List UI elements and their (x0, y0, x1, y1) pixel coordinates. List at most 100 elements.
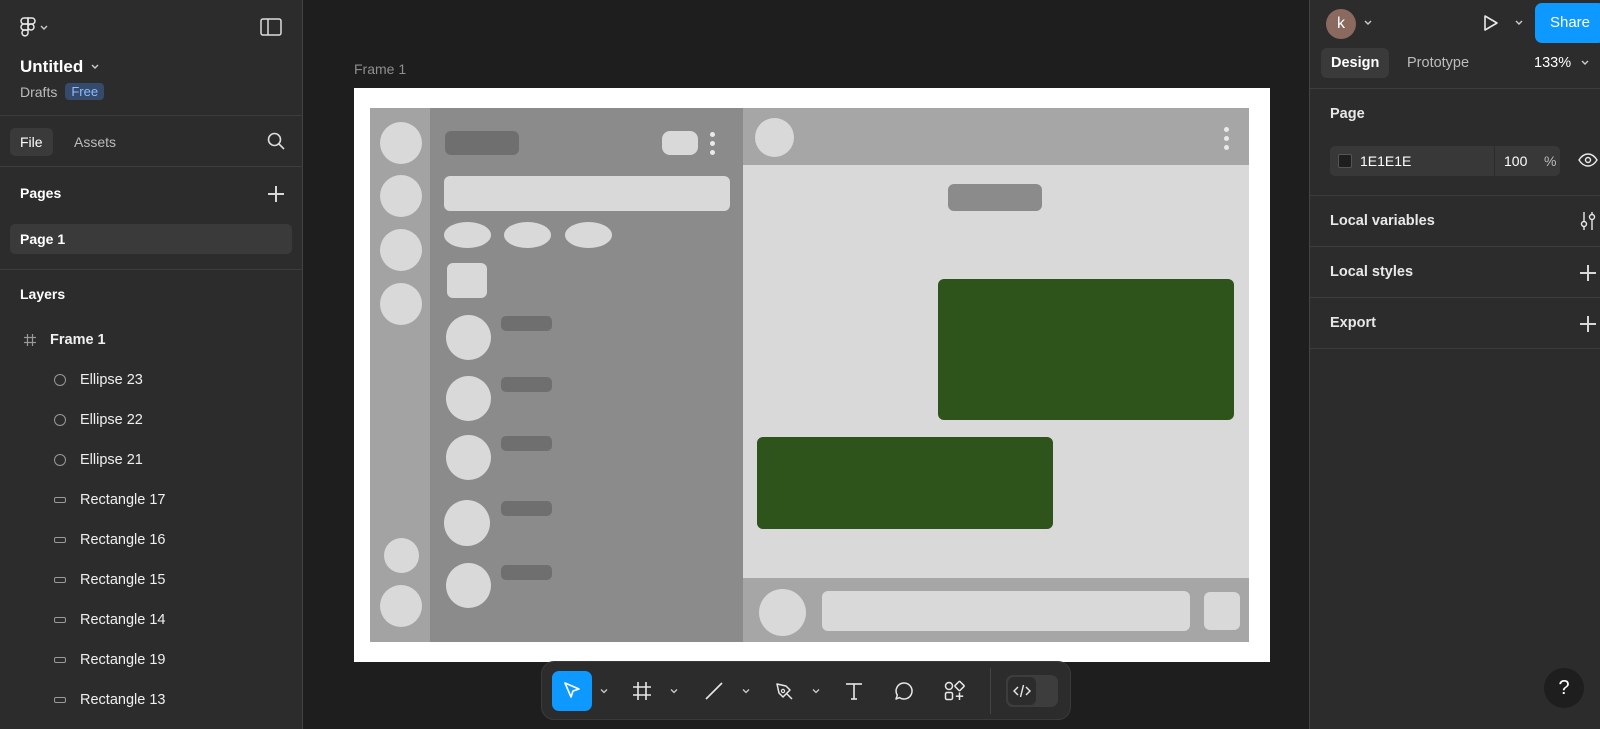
pages-header: Pages (20, 185, 62, 201)
actions-tool-button[interactable] (934, 671, 974, 711)
ellipse-shape[interactable] (565, 222, 612, 248)
code-icon (1013, 684, 1031, 698)
layer-rectangle[interactable]: Rectangle 14 (0, 601, 303, 639)
divider (1310, 297, 1600, 298)
rectangle-shape[interactable] (501, 377, 552, 392)
present-play-icon[interactable] (1480, 13, 1500, 33)
text-tool-button[interactable] (834, 671, 874, 711)
chevron-down-icon[interactable] (742, 687, 750, 695)
ellipse-shape[interactable] (446, 435, 491, 480)
frame-tool-button[interactable] (622, 671, 662, 711)
layer-ellipse[interactable]: Ellipse 21 (0, 441, 303, 479)
share-button[interactable]: Share (1535, 3, 1600, 43)
divider (0, 269, 303, 270)
page-item-1[interactable]: Page 1 (10, 224, 292, 254)
rectangle-shape[interactable] (444, 176, 730, 211)
tab-assets[interactable]: Assets (64, 128, 126, 156)
add-export-icon[interactable] (1580, 316, 1596, 332)
help-button[interactable]: ? (1544, 668, 1584, 708)
ellipse-shape[interactable] (380, 283, 422, 325)
add-style-icon[interactable] (1580, 265, 1596, 281)
layer-rectangle[interactable]: Rectangle 17 (0, 481, 303, 519)
rectangle-shape[interactable] (445, 131, 519, 155)
mock-chat-header[interactable] (743, 108, 1249, 165)
layer-rectangle[interactable]: Rectangle 13 (0, 681, 303, 719)
opacity-unit: % (1544, 153, 1557, 169)
file-title-button[interactable]: Untitled (20, 57, 99, 77)
pen-tool-button[interactable] (764, 671, 804, 711)
ellipse-shape[interactable] (444, 222, 491, 248)
move-tool-button[interactable] (552, 671, 592, 711)
search-button[interactable] (266, 131, 286, 154)
tab-design[interactable]: Design (1321, 48, 1390, 78)
message-bubble-incoming[interactable] (757, 437, 1053, 529)
rectangle-shape[interactable] (501, 565, 552, 580)
tab-file[interactable]: File (10, 128, 53, 156)
page-background-field[interactable]: 1E1E1E 100 % (1330, 146, 1560, 176)
rectangle-shape[interactable] (501, 316, 552, 331)
add-page-icon[interactable] (268, 186, 284, 202)
zoom-dropdown[interactable]: 133% (1534, 55, 1589, 71)
chevron-down-icon[interactable] (1364, 20, 1372, 26)
drafts-link[interactable]: Drafts (20, 84, 57, 100)
ellipse-shape[interactable] (504, 222, 551, 248)
divider (1310, 348, 1600, 349)
layer-ellipse[interactable]: Ellipse 23 (0, 361, 303, 399)
zoom-level: 133% (1534, 55, 1572, 71)
frame-1[interactable] (354, 88, 1270, 662)
user-avatar[interactable]: k (1326, 9, 1356, 39)
export-label[interactable]: Export (1330, 315, 1376, 331)
chevron-down-icon[interactable] (812, 687, 820, 695)
rectangle-shape[interactable] (948, 184, 1042, 211)
ellipse-shape[interactable] (759, 589, 806, 636)
chevron-down-icon[interactable] (600, 687, 608, 695)
layer-frame-1[interactable]: Frame 1 (0, 321, 303, 359)
layer-ellipse[interactable]: Ellipse 22 (0, 401, 303, 439)
local-variables-label[interactable]: Local variables (1330, 213, 1435, 229)
color-hex-input[interactable]: 1E1E1E (1360, 153, 1411, 169)
dev-mode-toggle[interactable] (1006, 675, 1058, 707)
search-icon (267, 132, 285, 150)
toggle-sidebar-button[interactable] (260, 18, 284, 38)
layer-rectangle[interactable]: Rectangle 16 (0, 521, 303, 559)
ellipse-shape[interactable] (446, 315, 491, 360)
ellipse-shape[interactable] (755, 118, 794, 157)
rectangle-shape[interactable] (447, 263, 487, 298)
rectangle-shape[interactable] (1204, 592, 1240, 630)
ellipse-shape[interactable] (380, 122, 422, 164)
rectangle-shape[interactable] (501, 436, 552, 451)
chevron-down-icon[interactable] (670, 687, 678, 695)
eye-icon[interactable] (1578, 153, 1598, 167)
rectangle-icon (52, 652, 68, 668)
layers-header: Layers (20, 286, 66, 302)
tab-prototype[interactable]: Prototype (1397, 48, 1479, 78)
local-styles-label[interactable]: Local styles (1330, 264, 1413, 280)
chat-app-mockup[interactable] (370, 108, 1249, 642)
frame-label[interactable]: Frame 1 (354, 61, 406, 77)
more-dots-icon[interactable] (1224, 127, 1230, 150)
ellipse-shape[interactable] (444, 500, 490, 546)
variables-adjust-icon[interactable] (1580, 211, 1596, 231)
rectangle-shape[interactable] (662, 131, 698, 155)
line-tool-button[interactable] (694, 671, 734, 711)
more-dots-icon[interactable] (710, 132, 716, 155)
chevron-down-icon (91, 64, 99, 69)
ellipse-shape[interactable] (380, 585, 422, 627)
ellipse-shape[interactable] (380, 229, 422, 271)
color-swatch[interactable] (1338, 154, 1352, 168)
layer-rectangle[interactable]: Rectangle 15 (0, 561, 303, 599)
comment-tool-button[interactable] (884, 671, 924, 711)
message-bubble-outgoing[interactable] (938, 279, 1234, 420)
ellipse-shape[interactable] (446, 563, 491, 608)
rectangle-shape[interactable] (822, 591, 1190, 631)
ellipse-shape[interactable] (446, 376, 491, 421)
frame-icon (22, 332, 38, 348)
opacity-input[interactable]: 100 (1504, 153, 1527, 169)
ellipse-shape[interactable] (384, 538, 419, 573)
layer-rectangle[interactable]: Rectangle 19 (0, 641, 303, 679)
rectangle-shape[interactable] (501, 501, 552, 516)
main-menu-button[interactable] (20, 16, 60, 40)
ellipse-shape[interactable] (380, 175, 422, 217)
chevron-down-icon[interactable] (1515, 20, 1523, 26)
layer-label: Rectangle 14 (80, 612, 166, 628)
